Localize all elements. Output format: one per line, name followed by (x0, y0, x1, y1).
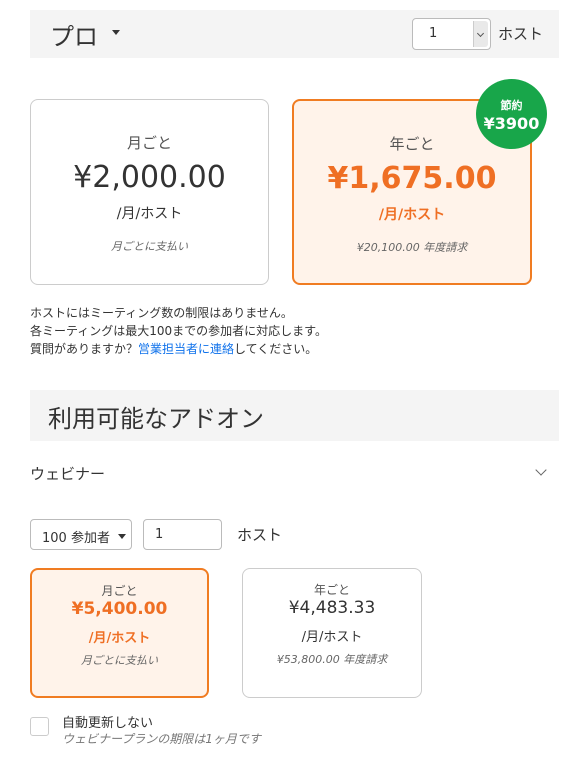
savings-amount: ¥3900 (483, 114, 540, 133)
card-unit: /月/ホスト (301, 630, 363, 645)
contact-sales-link[interactable]: 営業担当者に連絡 (138, 342, 234, 356)
participants-select[interactable]: 100 参加者 (30, 519, 132, 550)
card-price: ¥1,675.00 (327, 161, 497, 196)
card-unit: /月/ホスト (116, 206, 183, 222)
card-period: 年ごと (313, 583, 350, 597)
card-note: ¥53,800.00 年度請求 (276, 653, 388, 666)
webinar-host-unit: ホスト (237, 526, 283, 544)
savings-badge: 節約 ¥3900 (476, 79, 547, 149)
host-unit-label: ホスト (498, 25, 544, 43)
monthly-plan-card[interactable]: 月ごと ¥2,000.00 /月/ホスト 月ごとに支払い (30, 99, 269, 285)
host-count-select[interactable]: 1 (412, 18, 491, 50)
card-note: 月ごとに支払い (81, 654, 158, 667)
chevron-down-icon[interactable] (535, 464, 547, 476)
card-note: 月ごとに支払い (111, 240, 188, 253)
info-line-3-suffix: してください。 (234, 342, 318, 356)
card-unit: /月/ホスト (378, 207, 446, 223)
info-line-1: ホストにはミーティング数の制限はありません。 (30, 306, 293, 320)
card-price: ¥2,000.00 (73, 160, 226, 195)
caret-down-icon[interactable] (112, 30, 120, 35)
plan-header: プロ 1 ホスト (30, 10, 559, 58)
webinar-quantity-input[interactable] (143, 519, 222, 550)
card-note: ¥20,100.00 年度請求 (356, 241, 468, 254)
card-unit: /月/ホスト (88, 631, 151, 646)
addons-header: 利用可能なアドオン (30, 390, 559, 441)
addons-title: 利用可能なアドオン (48, 405, 264, 433)
card-price: ¥5,400.00 (71, 599, 168, 619)
card-period: 月ごと (101, 584, 138, 598)
savings-label: 節約 (500, 99, 523, 112)
caret-down-icon (118, 534, 126, 539)
info-line-3-prefix: 質問がありますか？ (30, 342, 139, 356)
chevron-down-icon[interactable] (473, 21, 488, 47)
auto-renew-subtext: ウェビナープランの期限は1ヶ月です (62, 732, 261, 746)
auto-renew-checkbox[interactable] (30, 717, 49, 736)
info-line-3: 質問がありますか？営業担当者に連絡してください。 (30, 340, 327, 358)
participants-value: 100 参加者 (42, 531, 110, 546)
webinar-addon-title[interactable]: ウェビナー (30, 463, 105, 484)
plan-title[interactable]: プロ (50, 17, 98, 52)
info-line-2: 各ミーティングは最大100までの参加者に対応します。 (30, 324, 327, 338)
card-period: 月ごと (126, 134, 172, 152)
card-price: ¥4,483.33 (288, 598, 376, 618)
host-count-value: 1 (429, 26, 438, 41)
webinar-yearly-card[interactable]: 年ごと ¥4,483.33 /月/ホスト ¥53,800.00 年度請求 (242, 568, 422, 698)
plan-info-text: ホストにはミーティング数の制限はありません。 各ミーティングは最大100までの参… (30, 304, 327, 358)
auto-renew-label[interactable]: 自動更新しない (62, 712, 153, 731)
webinar-monthly-card[interactable]: 月ごと ¥5,400.00 /月/ホスト 月ごとに支払い (30, 568, 209, 698)
